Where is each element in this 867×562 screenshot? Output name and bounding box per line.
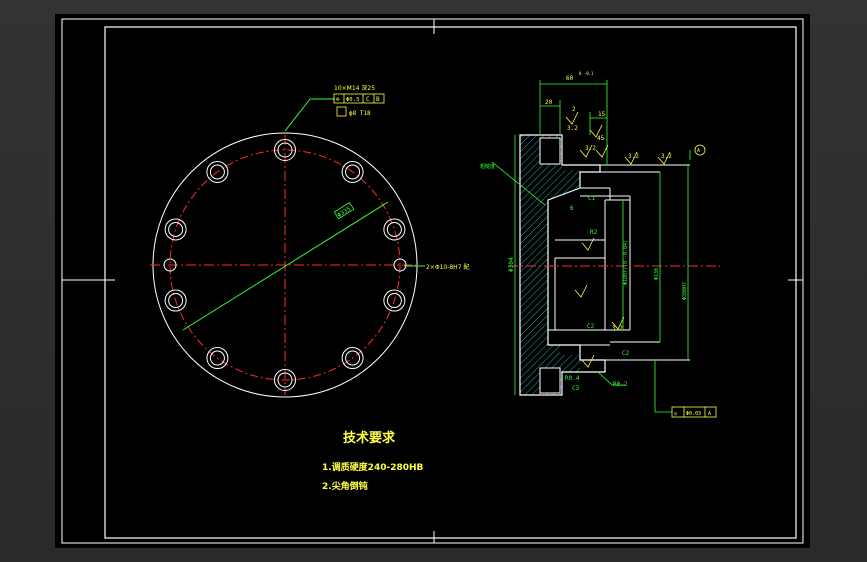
svg-text:⊕: ⊕ — [336, 96, 340, 103]
svg-text:3.2: 3.2 — [628, 153, 639, 160]
svg-text:3.2: 3.2 — [585, 145, 596, 152]
dim-6: 6 — [570, 205, 574, 212]
cad-viewport[interactable]: Φ335 10×M14 深25 ⊕ Φ0.3 C B ϕ8 T18 2×Φ10-… — [0, 0, 867, 562]
dim-15: 15 — [598, 111, 606, 118]
svg-text:3.2: 3.2 — [567, 125, 578, 132]
svg-text:3.2: 3.2 — [661, 153, 672, 160]
tech-title: 技术要求 — [343, 430, 396, 446]
section-bolt-hole-bottom — [539, 367, 561, 394]
dim-r02: R0.2 — [613, 381, 628, 388]
dim-c2b: C2 — [622, 350, 630, 357]
tech-item-1: 1.调质硬度240-280HB — [322, 461, 424, 473]
inner-dia-3: Φ130 — [654, 268, 660, 280]
svg-text:C: C — [366, 96, 370, 103]
dim-2: 2 — [572, 106, 576, 113]
dim-c3: C3 — [572, 385, 580, 392]
right-hole-note: 2×Φ10-8H7 配 — [426, 264, 469, 271]
inner-dia-2: Φ200H7 — [682, 282, 688, 300]
tech-item-2: 2.尖角倒钝 — [322, 480, 368, 492]
left-diameter: Φ304 — [508, 257, 515, 272]
rough-note: 粗糙度 — [480, 163, 495, 170]
inner-dia-1: Φ180f7(0 -0.04) — [623, 240, 629, 285]
dim-r04: R0.4 — [565, 375, 580, 382]
callout-bottom-text: ϕ8 T18 — [349, 110, 371, 117]
drawing-sheet — [55, 14, 810, 548]
dim-20: 20 — [545, 99, 553, 106]
dim-45: 45 — [597, 135, 605, 142]
svg-text:B: B — [376, 96, 380, 103]
dim-c2a: C2 — [587, 323, 595, 330]
drawing-canvas[interactable]: Φ335 10×M14 深25 ⊕ Φ0.3 C B ϕ8 T18 2×Φ10-… — [0, 0, 867, 562]
dim-top-60: 60 — [566, 75, 574, 82]
svg-text:0 -0.1: 0 -0.1 — [579, 71, 594, 76]
svg-text:◎: ◎ — [674, 411, 677, 417]
svg-text:A: A — [708, 411, 711, 417]
section-bolt-hole-top — [539, 137, 561, 165]
svg-text:3.2: 3.2 — [612, 325, 623, 332]
svg-text:Φ0.3: Φ0.3 — [346, 97, 359, 103]
svg-text:Φ0.03: Φ0.03 — [686, 411, 701, 417]
callout-top-text: 10×M14 深25 — [334, 84, 375, 92]
dim-r: R2 — [590, 229, 598, 236]
datum-a: A — [697, 148, 700, 154]
dim-c1: C1 — [588, 195, 596, 202]
